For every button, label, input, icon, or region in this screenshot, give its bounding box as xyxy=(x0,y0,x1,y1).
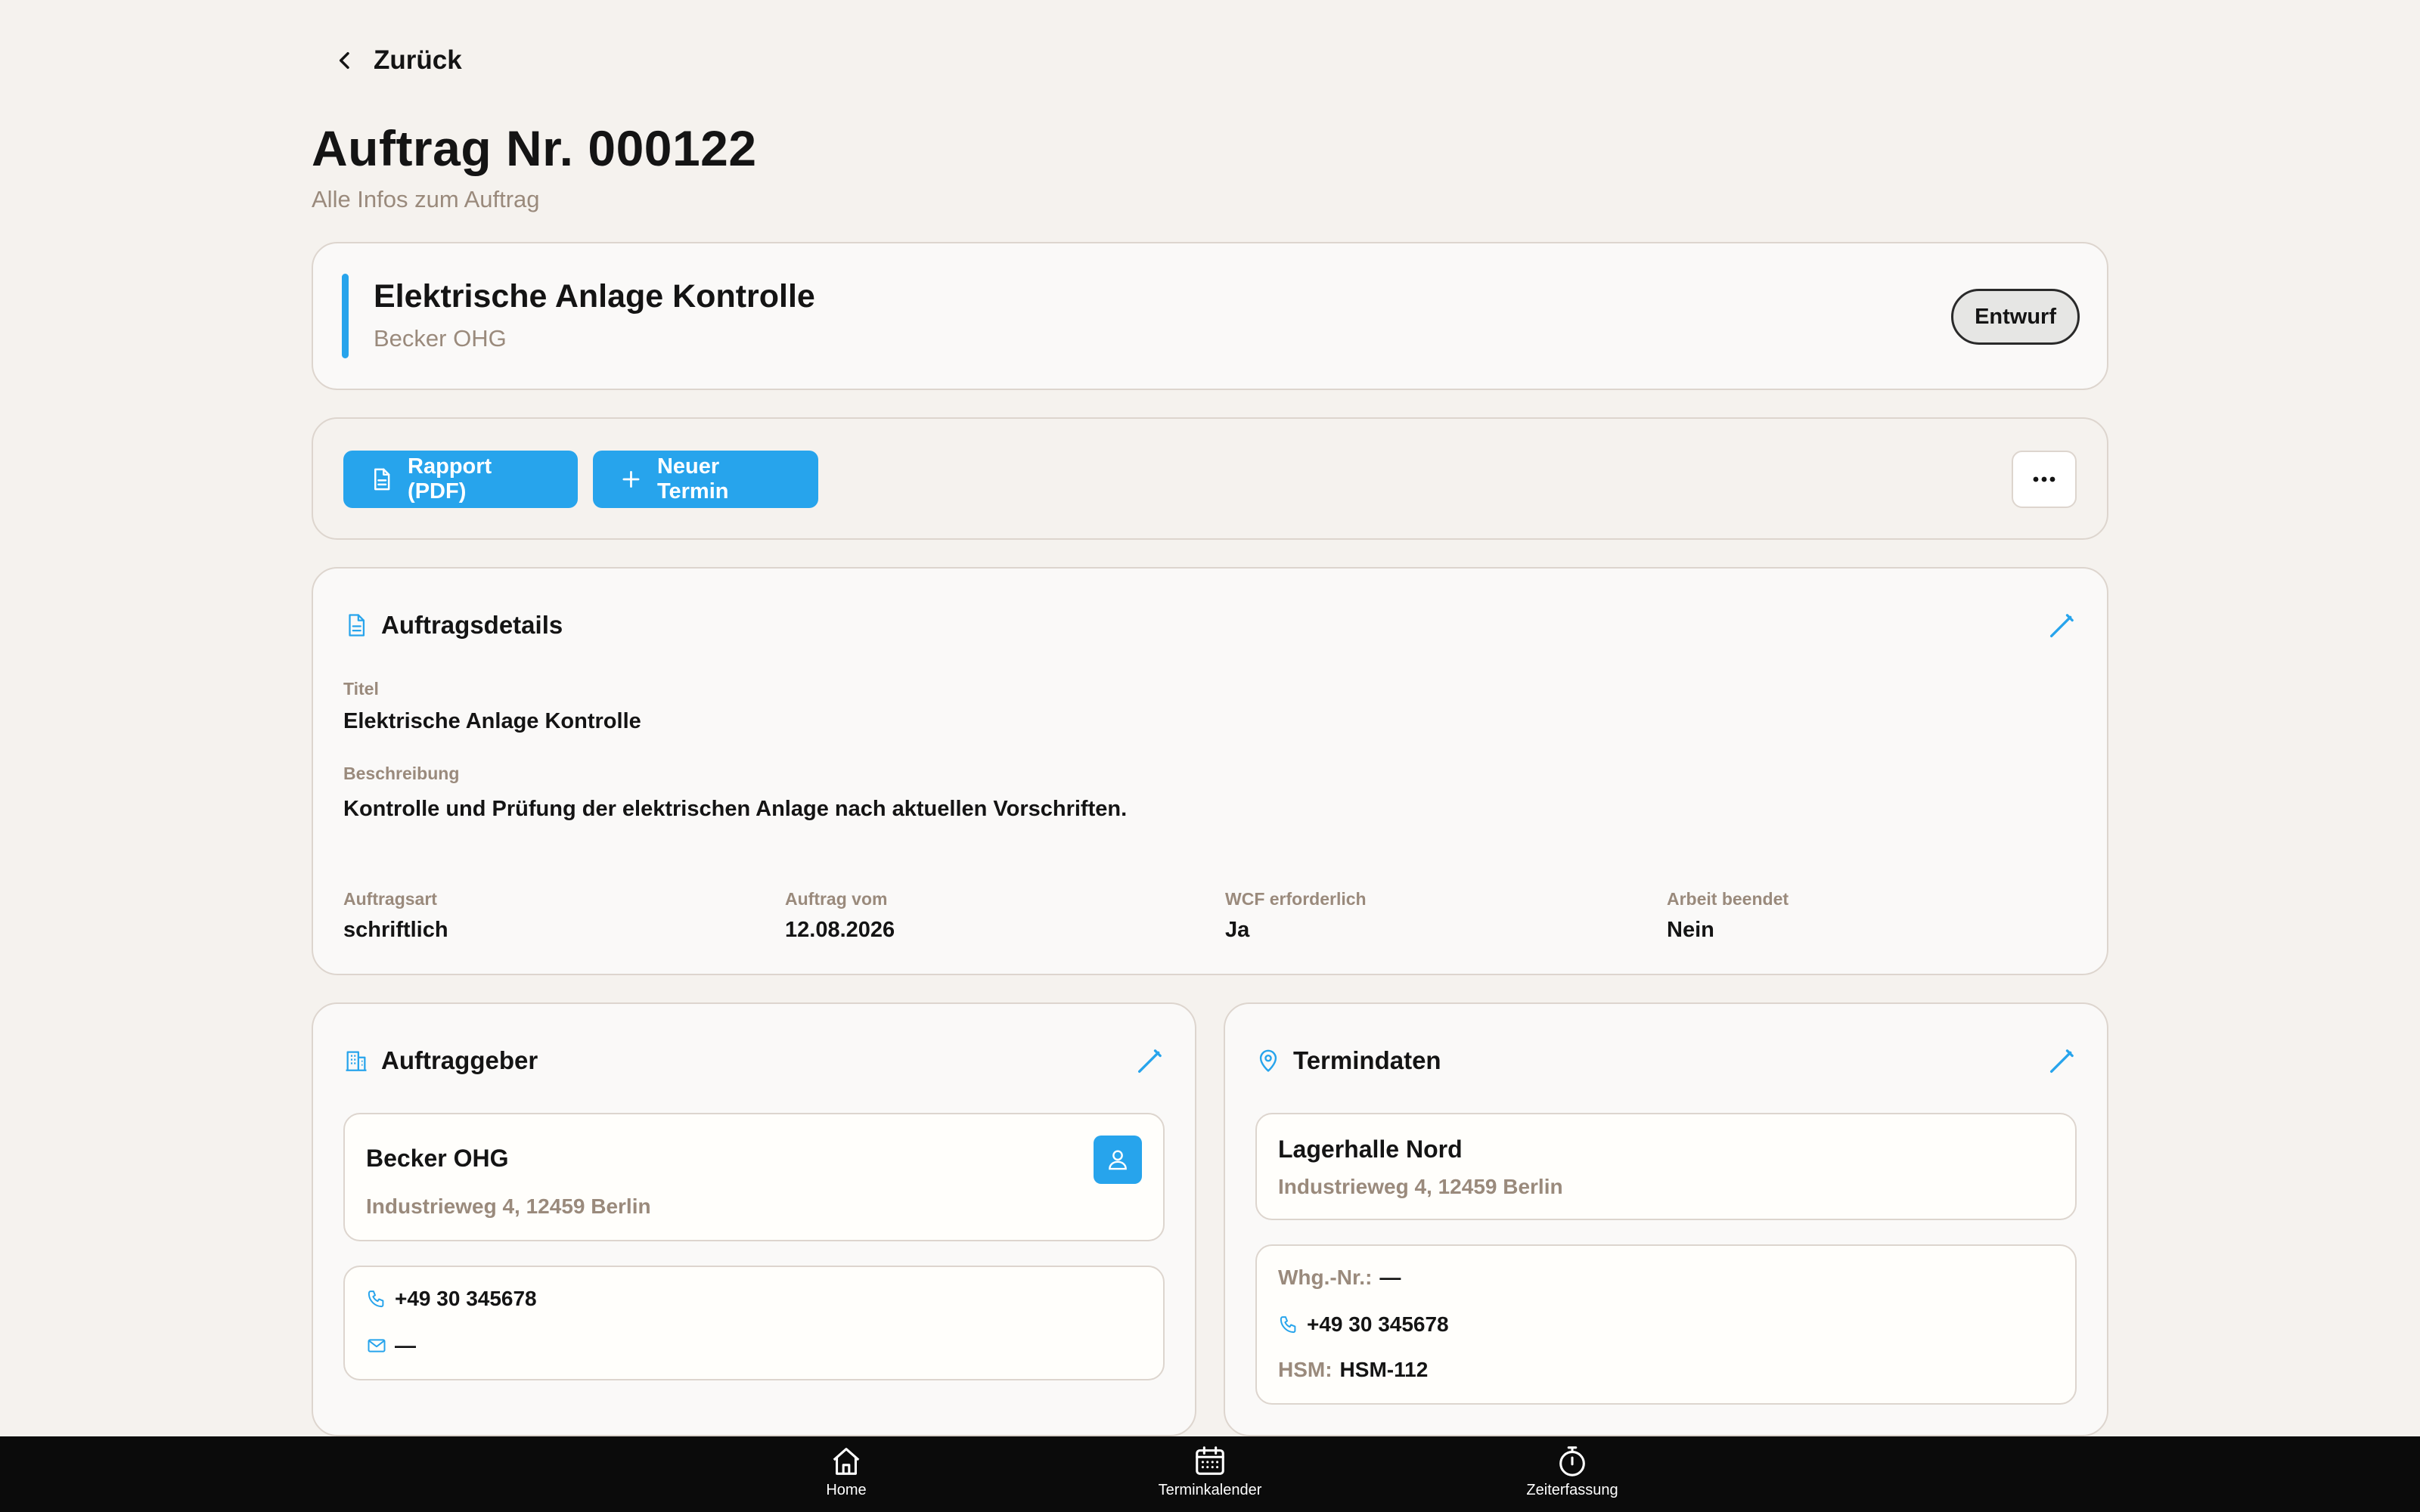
title-label: Titel xyxy=(343,679,379,699)
unit-label: Whg.-Nr.: xyxy=(1278,1266,1373,1289)
field-value: schriftlich xyxy=(343,918,448,942)
client-contact-button[interactable] xyxy=(1094,1136,1142,1184)
edit-details-button[interactable] xyxy=(2046,611,2077,641)
document-icon xyxy=(349,614,365,637)
new-appointment-button[interactable]: Neuer Termin xyxy=(593,451,818,508)
appointment-location: Lagerhalle Nord xyxy=(1278,1136,1463,1163)
client-phone-row[interactable]: +49 30 345678 xyxy=(366,1287,537,1311)
nav-item-home[interactable]: Home xyxy=(812,1444,880,1499)
client-address: Industrieweg 4, 12459 Berlin xyxy=(366,1194,651,1218)
unit-row: Whg.-Nr.: — xyxy=(1278,1266,1401,1290)
unit-value: — xyxy=(1379,1266,1401,1289)
title-value: Elektrische Anlage Kontrolle xyxy=(343,709,641,733)
order-header-card: Elektrische Anlage Kontrolle Becker OHG … xyxy=(312,242,2108,390)
bottom-navigation: Home Terminkalender Zeiterfassung xyxy=(0,1436,2420,1512)
hsm-row: HSM: HSM-112 xyxy=(1278,1358,1428,1382)
client-name: Becker OHG xyxy=(366,1145,509,1172)
report-pdf-label: Rapport (PDF) xyxy=(408,454,492,503)
phone-icon xyxy=(368,1290,384,1308)
appointment-location-box: Lagerhalle Nord Industrieweg 4, 12459 Be… xyxy=(1255,1113,2077,1220)
phone-icon xyxy=(1280,1316,1296,1334)
actions-bar: Rapport (PDF) Neuer Termin xyxy=(312,417,2108,540)
pencil-icon xyxy=(1138,1049,1162,1073)
client-email-row[interactable]: — xyxy=(366,1334,416,1358)
client-phone: +49 30 345678 xyxy=(395,1287,537,1310)
pencil-icon xyxy=(2050,1049,2074,1073)
building-icon xyxy=(346,1051,367,1071)
plus-icon xyxy=(622,471,640,488)
home-icon xyxy=(833,1448,860,1475)
field-value: 12.08.2026 xyxy=(785,918,895,942)
pencil-icon xyxy=(2050,614,2074,637)
hsm-label: HSM: xyxy=(1278,1358,1333,1381)
back-button[interactable]: Zurück xyxy=(333,45,462,76)
user-icon xyxy=(1109,1150,1127,1170)
nav-item-time-tracking[interactable]: Zeiterfassung xyxy=(1517,1444,1627,1499)
order-title: Elektrische Anlage Kontrolle xyxy=(374,278,815,314)
hsm-value: HSM-112 xyxy=(1339,1358,1429,1381)
page-subtitle: Alle Infos zum Auftrag xyxy=(312,186,540,212)
appointment-info-box: Whg.-Nr.: — +49 30 345678 HSM: HSM-112 xyxy=(1255,1244,2077,1405)
document-icon xyxy=(374,468,390,491)
more-dots-icon xyxy=(2033,476,2055,482)
client-card: Auftraggeber Becker OHG Industrieweg 4, … xyxy=(312,1002,1196,1436)
report-pdf-button[interactable]: Rapport (PDF) xyxy=(343,451,578,508)
location-pin-icon xyxy=(1259,1049,1277,1072)
stopwatch-icon xyxy=(1559,1446,1585,1476)
appointment-address: Industrieweg 4, 12459 Berlin xyxy=(1278,1175,1563,1198)
client-info-box: Becker OHG Industrieweg 4, 12459 Berlin xyxy=(343,1113,1165,1241)
status-badge: Entwurf xyxy=(1951,289,2080,345)
chevron-left-icon xyxy=(339,51,349,70)
client-contact-box: +49 30 345678 — xyxy=(343,1266,1165,1380)
description-label: Beschreibung xyxy=(343,764,460,783)
nav-label-calendar: Terminkalender xyxy=(1158,1482,1262,1498)
description-value: Kontrolle und Prüfung der elektrischen A… xyxy=(343,797,1128,821)
appointment-phone-row[interactable]: +49 30 345678 xyxy=(1278,1312,1449,1337)
field-label: WCF erforderlich xyxy=(1225,889,1367,909)
client-title: Auftraggeber xyxy=(381,1046,538,1074)
details-header: Auftragsdetails xyxy=(343,611,563,640)
field-label: Arbeit beendet xyxy=(1667,889,1789,909)
appointment-card: Termindaten Lagerhalle Nord Industrieweg… xyxy=(1224,1002,2108,1436)
field-label: Auftrag vom xyxy=(785,889,888,909)
client-header: Auftraggeber xyxy=(343,1046,538,1075)
more-options-button[interactable] xyxy=(2012,451,2077,508)
client-email: — xyxy=(395,1334,416,1357)
edit-client-button[interactable] xyxy=(1134,1046,1165,1077)
details-title: Auftragsdetails xyxy=(381,611,563,639)
nav-label-time-tracking: Zeiterfassung xyxy=(1526,1482,1618,1498)
edit-appointment-button[interactable] xyxy=(2046,1046,2077,1077)
back-label: Zurück xyxy=(374,45,462,75)
new-appointment-label: Neuer Termin xyxy=(656,454,729,503)
calendar-icon xyxy=(1196,1446,1224,1475)
field-value: Nein xyxy=(1667,918,1714,942)
order-customer: Becker OHG xyxy=(374,325,507,352)
field-value: Ja xyxy=(1225,918,1250,942)
field-label: Auftragsart xyxy=(343,889,437,909)
page-title: Auftrag Nr. 000122 xyxy=(312,120,757,176)
appointment-phone: +49 30 345678 xyxy=(1307,1312,1449,1336)
nav-item-calendar[interactable]: Terminkalender xyxy=(1142,1444,1278,1499)
appointment-header: Termindaten xyxy=(1255,1046,1441,1075)
order-details-card: Auftragsdetails Titel Elektrische Anlage… xyxy=(312,567,2108,975)
mail-icon xyxy=(368,1339,386,1352)
nav-label-home: Home xyxy=(826,1482,867,1498)
appointment-title: Termindaten xyxy=(1293,1046,1441,1074)
accent-bar xyxy=(342,274,349,358)
